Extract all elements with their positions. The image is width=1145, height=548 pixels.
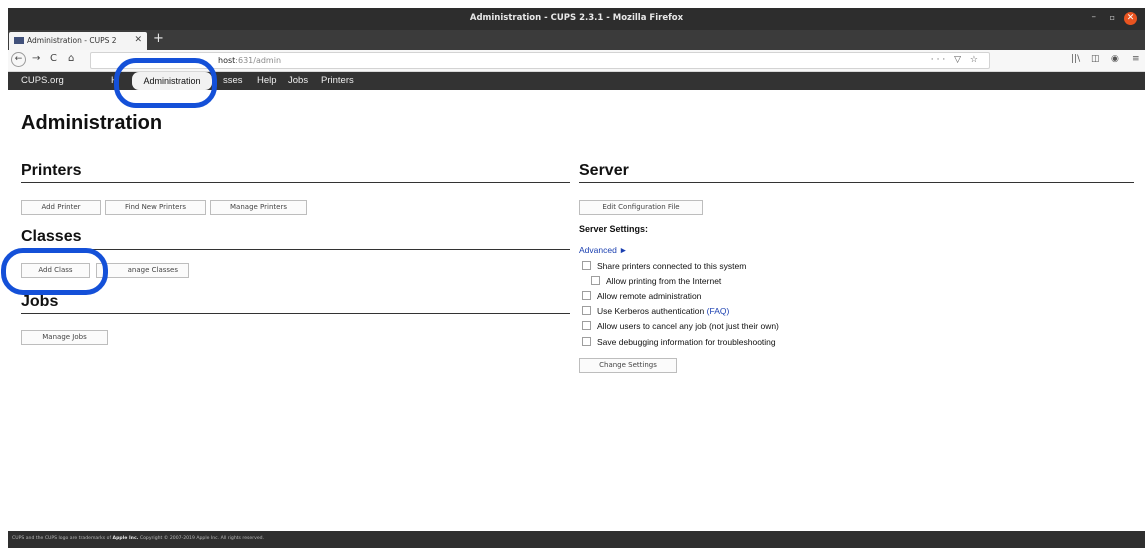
library-icon[interactable]: ||\ [1071, 54, 1080, 64]
back-arrow-icon[interactable]: ← [11, 52, 26, 67]
cancel-any-job-option[interactable]: Allow users to cancel any job (not just … [582, 321, 779, 331]
account-icon[interactable]: ◉ [1111, 54, 1119, 64]
sidebar-icon[interactable]: ◫ [1091, 54, 1100, 64]
page-actions-icons[interactable]: ··· ▽ ☆ [931, 55, 981, 65]
debug-info-option[interactable]: Save debugging information for troublesh… [582, 337, 776, 347]
server-heading: Server [579, 162, 1134, 183]
footer-copyright: Copyright © 2007-2019 Apple Inc. All rig… [139, 536, 265, 541]
nav-link-cups-org[interactable]: CUPS.org [21, 75, 64, 86]
share-printers-option[interactable]: Share printers connected to this system [582, 261, 746, 271]
edit-configuration-file-button[interactable]: Edit Configuration File [579, 200, 703, 215]
debug-info-label: Save debugging information for troublesh… [597, 337, 776, 347]
remote-admin-option[interactable]: Allow remote administration [582, 291, 701, 301]
cancel-any-job-label: Allow users to cancel any job (not just … [597, 321, 779, 331]
home-icon[interactable]: ⌂ [68, 53, 74, 64]
jobs-heading: Jobs [21, 293, 59, 310]
kerberos-label: Use Kerberos authentication [597, 306, 705, 316]
kerberos-option[interactable]: Use Kerberos authentication (FAQ) [582, 306, 729, 316]
add-class-button[interactable]: Add Class [21, 263, 90, 278]
tab-strip: Administration - CUPS 2 ✕ + [8, 30, 1145, 50]
url-host: host [218, 56, 236, 65]
reload-icon[interactable]: C [50, 53, 57, 64]
window-titlebar: Administration - CUPS 2.3.1 - Mozilla Fi… [8, 8, 1145, 30]
navigation-toolbar: ← → C ⌂ host:631/admin ··· ▽ ☆ ||\ ◫ ◉ ≡ [8, 50, 1145, 72]
cups-header-nav: CUPS.org H Administration sses Help Jobs… [8, 72, 1145, 90]
cancel-any-job-checkbox[interactable] [582, 321, 591, 330]
browser-tab-administration[interactable]: Administration - CUPS 2 ✕ [9, 32, 147, 50]
share-printers-checkbox[interactable] [582, 261, 591, 270]
footer-text: CUPS and the CUPS logo are trademarks of… [12, 536, 264, 541]
remote-admin-checkbox[interactable] [582, 291, 591, 300]
new-tab-icon[interactable]: + [153, 31, 164, 46]
nav-link-jobs[interactable]: Jobs [288, 75, 308, 86]
allow-internet-label: Allow printing from the Internet [606, 276, 722, 286]
tab-title: Administration - CUPS 2 [27, 36, 117, 45]
debug-info-checkbox[interactable] [582, 337, 591, 346]
classes-heading: Classes [21, 228, 82, 245]
footer-text-before: CUPS and the CUPS logo are trademarks of [12, 536, 112, 541]
tab-close-icon[interactable]: ✕ [134, 35, 142, 45]
server-settings-label: Server Settings: [579, 224, 649, 234]
nav-link-printers[interactable]: Printers [321, 75, 354, 86]
url-text[interactable]: host:631/admin [218, 56, 281, 65]
share-printers-label: Share printers connected to this system [597, 261, 747, 271]
page-title: Administration [21, 112, 163, 134]
close-window-icon[interactable]: ✕ [1124, 12, 1137, 25]
change-settings-button[interactable]: Change Settings [579, 358, 677, 373]
allow-internet-checkbox[interactable] [591, 276, 600, 285]
hamburger-menu-icon[interactable]: ≡ [1132, 54, 1140, 64]
footer-company: Apple Inc. [112, 536, 139, 541]
add-printer-button[interactable]: Add Printer [21, 200, 101, 215]
maximize-icon[interactable]: ▫ [1110, 13, 1115, 22]
window-title: Administration - CUPS 2.3.1 - Mozilla Fi… [469, 13, 684, 23]
printer-favicon-icon [14, 37, 24, 44]
nav-link-home[interactable]: H [111, 75, 118, 86]
remote-admin-label: Allow remote administration [597, 291, 702, 301]
manage-jobs-button[interactable]: Manage Jobs [21, 330, 108, 345]
minimize-icon[interactable]: – [1092, 12, 1097, 22]
classes-divider [21, 249, 570, 250]
printers-heading: Printers [21, 162, 570, 183]
url-path: :631/admin [235, 56, 282, 65]
manage-classes-button[interactable]: anage Classes [96, 263, 189, 278]
forward-arrow-icon[interactable]: → [32, 53, 40, 64]
faq-link[interactable]: (FAQ) [707, 306, 730, 316]
jobs-divider [21, 313, 570, 314]
url-bar[interactable]: host:631/admin ··· ▽ ☆ [90, 52, 990, 69]
nav-link-help[interactable]: Help [257, 75, 277, 86]
advanced-link[interactable]: Advanced ► [579, 245, 628, 255]
manage-printers-button[interactable]: Manage Printers [210, 200, 307, 215]
nav-link-classes[interactable]: sses [223, 75, 243, 86]
find-new-printers-button[interactable]: Find New Printers [105, 200, 206, 215]
nav-tab-administration[interactable]: Administration [132, 72, 212, 90]
allow-internet-option[interactable]: Allow printing from the Internet [591, 276, 721, 286]
page-footer: CUPS and the CUPS logo are trademarks of… [8, 531, 1145, 548]
kerberos-checkbox[interactable] [582, 306, 591, 315]
